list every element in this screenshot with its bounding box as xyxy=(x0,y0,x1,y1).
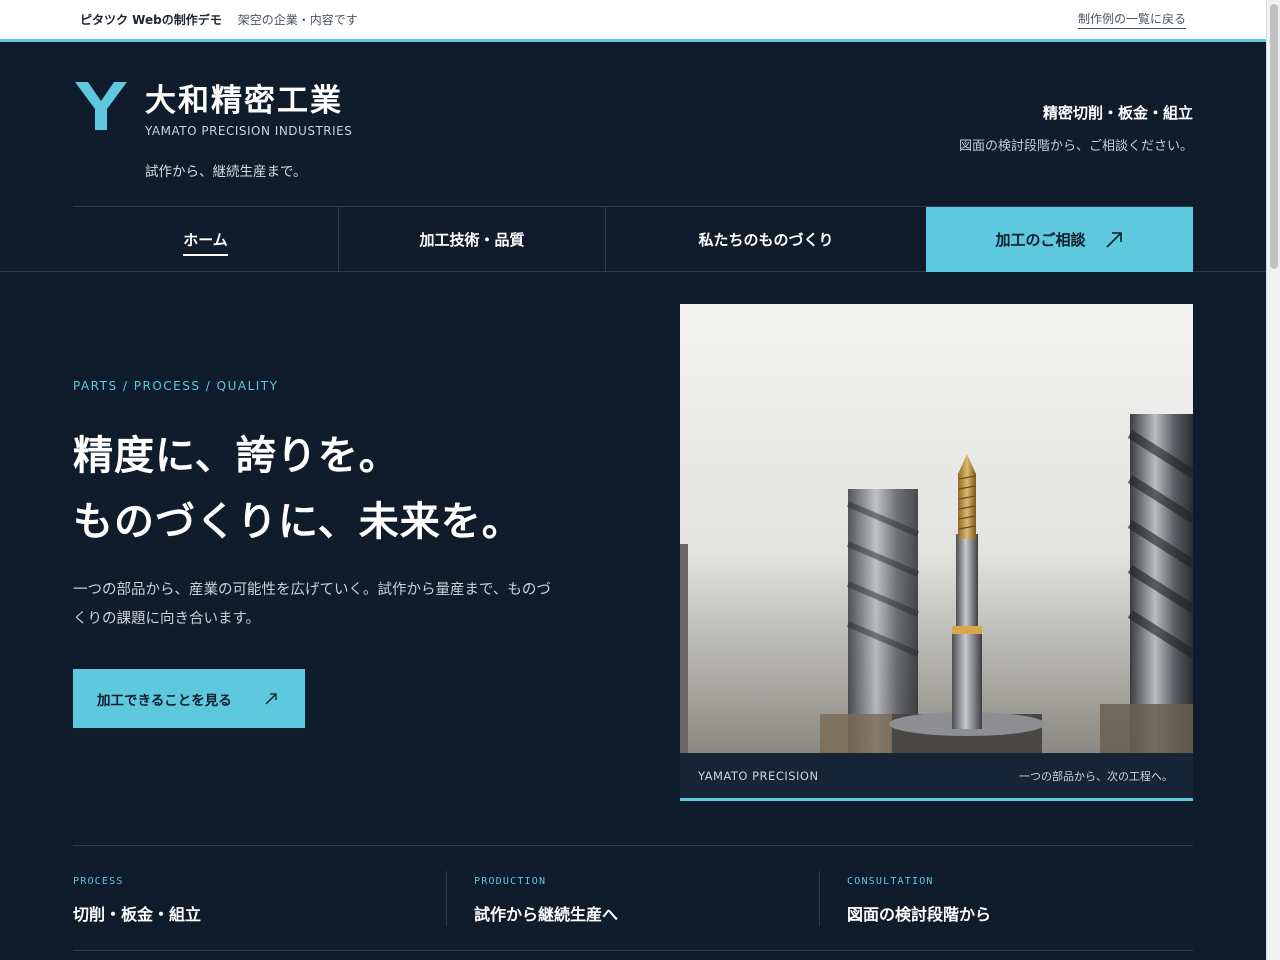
scrollbar[interactable] xyxy=(1266,0,1280,960)
feature-production: PRODUCTION 試作から継続生産へ xyxy=(446,846,819,950)
main-nav-inner: ホーム 加工技術・品質 私たちのものづくり 加工のご相談 xyxy=(73,206,1193,272)
main-nav: ホーム 加工技術・品質 私たちのものづくり 加工のご相談 xyxy=(0,206,1266,272)
company-name-en: YAMATO PRECISION INDUSTRIES xyxy=(145,124,353,138)
photo-caption-brand: YAMATO PRECISION xyxy=(698,768,819,783)
nav-item-label: 加工技術・品質 xyxy=(419,231,525,249)
photo-caption-text: 一つの部品から、次の工程へ。 xyxy=(1019,769,1173,783)
site-header: 大和精密工業 YAMATO PRECISION INDUSTRIES 試作から、… xyxy=(73,42,1193,207)
nav-item-label: ホーム xyxy=(183,229,228,256)
hero-title-line-2: ものづくりに、未来を。 xyxy=(73,499,523,545)
feature-process: PROCESS 切削・板金・組立 xyxy=(73,846,446,950)
feature-title: 切削・板金・組立 xyxy=(73,905,202,924)
nav-item-label: 加工のご相談 xyxy=(995,231,1086,249)
scrollbar-thumb[interactable] xyxy=(1270,4,1278,269)
feature-divider xyxy=(819,871,820,926)
demo-topbar: ピタツク Webの制作デモ 架空の企業・内容です 制作例の一覧に戻る xyxy=(0,0,1266,42)
hero-title-line-1: 精度に、誇りを。 xyxy=(73,433,400,479)
feature-strip: PROCESS 切削・板金・組立 PRODUCTION 試作から継続生産へ CO… xyxy=(73,845,1193,951)
back-to-list-link[interactable]: 制作例の一覧に戻る xyxy=(1077,10,1186,29)
tagline: 試作から、継続生産まで。 xyxy=(145,164,307,180)
company-name[interactable]: 大和精密工業 xyxy=(145,75,343,120)
demo-title: ピタツク Webの制作デモ xyxy=(80,13,222,27)
feature-consultation: CONSULTATION 図面の検討段階から xyxy=(819,846,1193,950)
feature-divider xyxy=(446,871,447,926)
feature-label: CONSULTATION xyxy=(847,876,934,887)
nav-item-label: 私たちのものづくり xyxy=(698,231,834,249)
nav-item-consultation[interactable]: 加工のご相談 xyxy=(926,207,1193,272)
feature-label: PRODUCTION xyxy=(474,876,547,887)
services-summary: 精密切削・板金・組立 xyxy=(1042,104,1193,122)
hero-photo-card: YAMATO PRECISION 一つの部品から、次の工程へ。 xyxy=(680,304,1193,801)
demo-note: 架空の企業・内容です xyxy=(237,13,358,27)
hero-description: 一つの部品から、産業の可能性を広げていく。試作から量産まで、ものづくりの課題に向… xyxy=(73,582,551,627)
hero-eyebrow: PARTS / PROCESS / QUALITY xyxy=(73,379,279,393)
arrow-up-right-icon xyxy=(1105,231,1122,248)
feature-title: 図面の検討段階から xyxy=(847,905,992,924)
arrow-up-right-icon xyxy=(265,692,277,704)
nav-item-home[interactable]: ホーム xyxy=(73,207,339,272)
demo-info: ピタツク Webの制作デモ 架空の企業・内容です xyxy=(80,11,358,28)
y-logo-icon[interactable] xyxy=(75,82,127,130)
nav-item-our-craft[interactable]: 私たちのものづくり xyxy=(606,207,926,272)
hero-title: 精度に、誇りを。 ものづくりに、未来を。 xyxy=(73,423,523,555)
machining-tools-photo xyxy=(680,304,1193,753)
services-subtext: 図面の検討段階から、ご相談ください。 xyxy=(958,139,1193,154)
nav-item-technology-quality[interactable]: 加工技術・品質 xyxy=(339,207,606,272)
photo-caption: YAMATO PRECISION 一つの部品から、次の工程へ。 xyxy=(680,753,1193,798)
feature-title: 試作から継続生産へ xyxy=(474,905,619,924)
view-capabilities-label: 加工できることを見る xyxy=(97,692,232,709)
view-capabilities-button[interactable]: 加工できることを見る xyxy=(73,669,305,728)
feature-label: PROCESS xyxy=(73,876,124,887)
